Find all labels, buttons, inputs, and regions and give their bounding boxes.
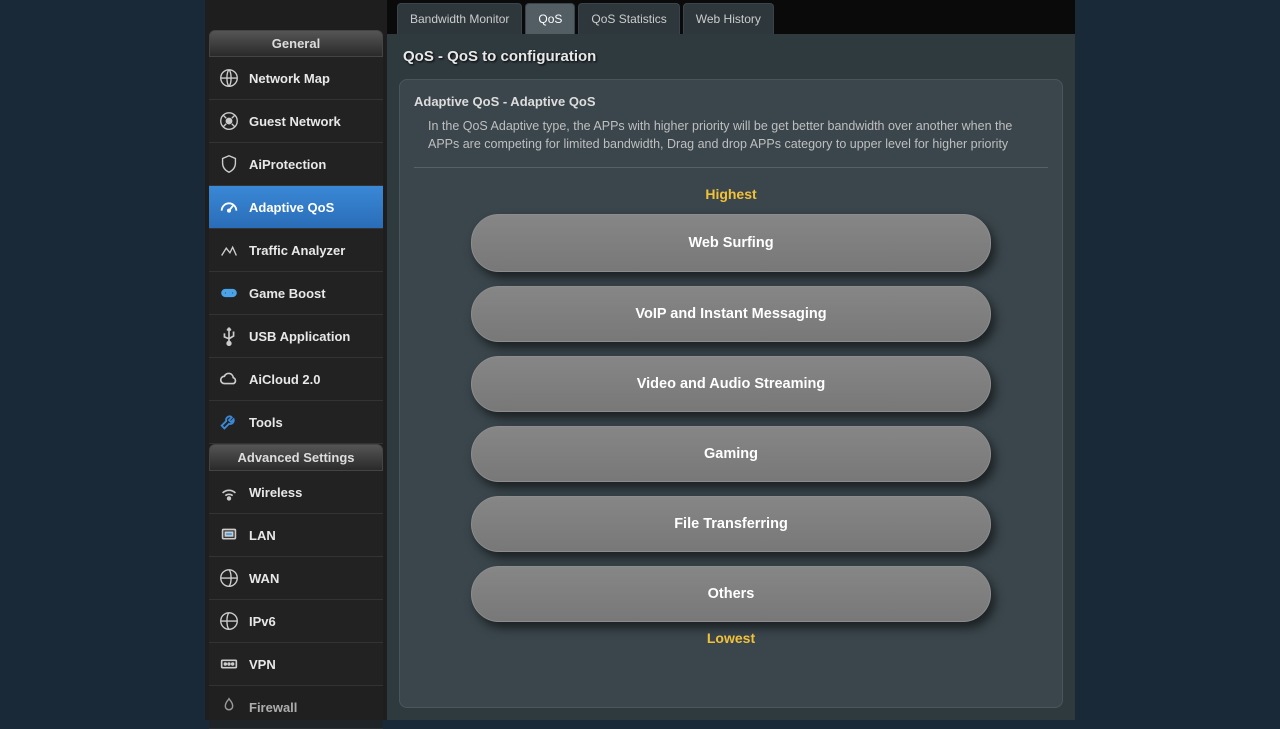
priority-item-web-surfing[interactable]: Web Surfing [471, 214, 991, 272]
sidebar-item-network-map[interactable]: Network Map [209, 57, 383, 100]
tab-qos[interactable]: QoS [525, 3, 575, 34]
sidebar-item-game-boost[interactable]: Game Boost [209, 272, 383, 315]
panel-title: Adaptive QoS - Adaptive QoS [414, 94, 1048, 109]
sidebar-item-label: AiCloud 2.0 [249, 372, 321, 387]
sidebar-item-label: Wireless [249, 485, 302, 500]
sidebar-item-label: LAN [249, 528, 276, 543]
tab-web-history[interactable]: Web History [683, 3, 774, 34]
panel-description: In the QoS Adaptive type, the APPs with … [414, 117, 1048, 168]
priority-item-streaming[interactable]: Video and Audio Streaming [471, 356, 991, 412]
tools-icon [217, 411, 241, 433]
sidebar-item-lan[interactable]: LAN [209, 514, 383, 557]
sidebar-item-label: Network Map [249, 71, 330, 86]
ipv6-icon [217, 610, 241, 632]
traffic-analyzer-icon [217, 239, 241, 261]
sidebar-item-traffic-analyzer[interactable]: Traffic Analyzer [209, 229, 383, 272]
usb-application-icon [217, 325, 241, 347]
tab-bar: Bandwidth Monitor QoS QoS Statistics Web… [387, 0, 1075, 34]
wireless-icon [217, 481, 241, 503]
priority-item-others[interactable]: Others [471, 566, 991, 622]
sidebar-section-advanced: Advanced Settings [209, 444, 383, 471]
priority-list: Web Surfing VoIP and Instant Messaging V… [414, 214, 1048, 622]
sidebar-item-label: AiProtection [249, 157, 326, 172]
sidebar-item-firewall[interactable]: Firewall [209, 686, 383, 729]
sidebar-item-label: Traffic Analyzer [249, 243, 345, 258]
sidebar-item-label: Adaptive QoS [249, 200, 334, 215]
sidebar-item-ipv6[interactable]: IPv6 [209, 600, 383, 643]
sidebar-item-label: Firewall [249, 700, 297, 715]
sidebar-item-label: USB Application [249, 329, 350, 344]
game-boost-icon [217, 282, 241, 304]
sidebar-item-usb-application[interactable]: USB Application [209, 315, 383, 358]
aicloud-icon [217, 368, 241, 390]
priority-item-gaming[interactable]: Gaming [471, 426, 991, 482]
network-map-icon [217, 67, 241, 89]
sidebar-item-guest-network[interactable]: Guest Network [209, 100, 383, 143]
sidebar-item-vpn[interactable]: VPN [209, 643, 383, 686]
sidebar-item-wireless[interactable]: Wireless [209, 471, 383, 514]
qos-panel: Adaptive QoS - Adaptive QoS In the QoS A… [399, 79, 1063, 708]
main-content: Bandwidth Monitor QoS QoS Statistics Web… [387, 0, 1075, 720]
sidebar-item-label: WAN [249, 571, 279, 586]
sidebar-item-tools[interactable]: Tools [209, 401, 383, 444]
tab-bandwidth-monitor[interactable]: Bandwidth Monitor [397, 3, 522, 34]
guest-network-icon [217, 110, 241, 132]
sidebar-item-label: Guest Network [249, 114, 341, 129]
aiprotection-icon [217, 153, 241, 175]
sidebar: General Network Map Guest Network AiProt… [205, 0, 387, 720]
priority-item-voip[interactable]: VoIP and Instant Messaging [471, 286, 991, 342]
sidebar-item-label: Game Boost [249, 286, 326, 301]
app-container: General Network Map Guest Network AiProt… [205, 0, 1075, 720]
vpn-icon [217, 653, 241, 675]
firewall-icon [217, 696, 241, 718]
sidebar-item-label: VPN [249, 657, 276, 672]
sidebar-item-label: Tools [249, 415, 283, 430]
tab-qos-statistics[interactable]: QoS Statistics [578, 3, 679, 34]
wan-icon [217, 567, 241, 589]
adaptive-qos-icon [217, 196, 241, 218]
sidebar-item-label: IPv6 [249, 614, 276, 629]
sidebar-item-wan[interactable]: WAN [209, 557, 383, 600]
priority-item-file-transferring[interactable]: File Transferring [471, 496, 991, 552]
sidebar-section-general: General [209, 30, 383, 57]
sidebar-item-aicloud[interactable]: AiCloud 2.0 [209, 358, 383, 401]
sidebar-item-aiprotection[interactable]: AiProtection [209, 143, 383, 186]
sidebar-item-adaptive-qos[interactable]: Adaptive QoS [209, 186, 383, 229]
lan-icon [217, 524, 241, 546]
page-title: QoS - QoS to configuration [387, 34, 1075, 79]
priority-lowest-label: Lowest [414, 630, 1048, 646]
priority-highest-label: Highest [414, 186, 1048, 202]
